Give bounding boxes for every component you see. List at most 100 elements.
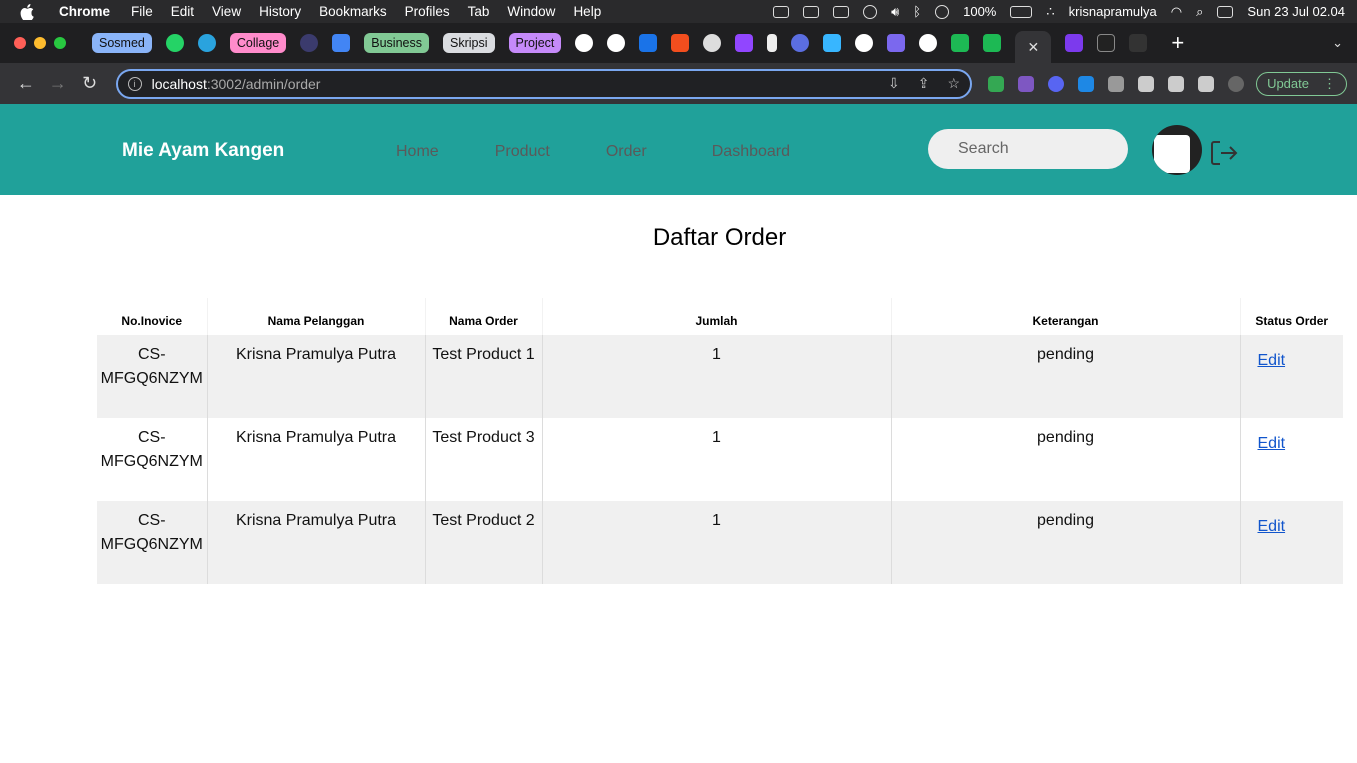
close-window-button[interactable] — [14, 37, 26, 49]
extension-icon[interactable] — [1018, 75, 1035, 92]
menu-help[interactable]: Help — [564, 4, 610, 19]
nav-order[interactable]: Order — [606, 143, 647, 161]
edit-link[interactable]: Edit — [1258, 518, 1286, 535]
webflow-icon[interactable] — [951, 34, 970, 52]
control-center-icon[interactable] — [1217, 5, 1234, 18]
github-icon[interactable] — [607, 34, 626, 52]
extensions-bar — [988, 75, 1245, 92]
table-header-row: No.Inovice Nama Pelanggan Nama Order Jum… — [97, 298, 1343, 335]
media-play-icon[interactable] — [935, 4, 950, 19]
menu-app-name[interactable]: Chrome — [50, 4, 122, 19]
invoice-prefix: CS- — [137, 512, 166, 529]
browser-toolbar: ← → ↻ i localhost:3002/admin/order ⇩ ⇪ ☆… — [0, 63, 1357, 104]
extension-icon[interactable] — [1108, 75, 1125, 92]
apple-icon[interactable] — [20, 3, 34, 20]
menu-history[interactable]: History — [250, 4, 310, 19]
figma-icon[interactable] — [671, 34, 690, 52]
nav-dashboard[interactable]: Dashboard — [712, 143, 790, 161]
tab-group-project[interactable]: Project — [508, 33, 562, 53]
product-cell: Test Product 2 — [425, 501, 543, 584]
tab-group-sosmed[interactable]: Sosmed — [92, 33, 152, 53]
nav-product[interactable]: Product — [495, 143, 550, 161]
forward-icon[interactable]: → — [42, 73, 74, 94]
reload-icon[interactable]: ↻ — [74, 73, 106, 94]
menu-file[interactable]: File — [122, 4, 162, 19]
profile-avatar[interactable] — [1228, 75, 1245, 92]
shield-extension-icon[interactable] — [988, 75, 1005, 92]
bookmark-star-icon[interactable]: ☆ — [948, 75, 961, 92]
menu-view[interactable]: View — [203, 4, 250, 19]
whatsapp-icon[interactable] — [165, 34, 184, 52]
app-icon[interactable] — [1097, 34, 1116, 52]
user-name[interactable]: krisnapramulya — [1069, 4, 1157, 19]
screen-record-icon[interactable] — [773, 5, 790, 18]
battery-icon[interactable] — [1010, 5, 1033, 18]
menu-edit[interactable]: Edit — [162, 4, 203, 19]
discord-extension-icon[interactable] — [1048, 75, 1065, 92]
volume-icon[interactable]: 🔊︎ — [891, 4, 899, 20]
update-button[interactable]: Update ⋮ — [1256, 71, 1347, 96]
side-panel-icon[interactable] — [1198, 75, 1215, 92]
app-icon[interactable] — [1129, 34, 1148, 52]
more-menu-icon[interactable]: ⋮ — [1323, 76, 1336, 92]
tab-group-collage[interactable]: Collage — [229, 33, 287, 53]
app-icon[interactable] — [887, 34, 906, 52]
logout-icon[interactable] — [1210, 140, 1238, 166]
qty-cell: 1 — [542, 335, 892, 418]
google-icon[interactable] — [855, 34, 874, 52]
keyboard-icon[interactable] — [833, 5, 850, 18]
new-tab-icon[interactable]: + — [1171, 30, 1184, 56]
menu-profiles[interactable]: Profiles — [396, 4, 459, 19]
nav-home[interactable]: Home — [396, 143, 439, 161]
edit-link[interactable]: Edit — [1258, 435, 1286, 452]
telegram-icon[interactable] — [197, 34, 216, 52]
university-icon[interactable] — [300, 34, 319, 52]
speaker-icon[interactable] — [767, 34, 778, 52]
reading-list-icon[interactable] — [1168, 75, 1185, 92]
search-input[interactable] — [928, 129, 1128, 169]
invoice-cell: CS- MFGQ6NZYM — [97, 501, 208, 584]
brand-logo[interactable]: Mie Ayam Kangen — [122, 140, 284, 162]
share-icon[interactable]: ⇪ — [918, 75, 930, 92]
github-icon[interactable] — [575, 34, 594, 52]
minimize-window-button[interactable] — [34, 37, 46, 49]
active-tab-close-icon[interactable]: ✕ — [1015, 31, 1052, 63]
avatar[interactable] — [1152, 125, 1202, 175]
airdrop-icon[interactable] — [863, 4, 878, 19]
bluetooth-icon[interactable]: ᛒ — [913, 4, 921, 19]
invoice-code: MFGQ6NZYM — [100, 536, 203, 553]
table-row: CS- MFGQ6NZYM Krisna Pramulya Putra Test … — [97, 418, 1343, 501]
classroom-icon[interactable] — [332, 34, 351, 52]
app-icon[interactable] — [791, 34, 810, 52]
chart-icon[interactable] — [823, 34, 842, 52]
extension-icon[interactable] — [1078, 75, 1095, 92]
product-cell: Test Product 3 — [425, 418, 543, 501]
app-icon[interactable] — [639, 34, 658, 52]
invoice-code: MFGQ6NZYM — [100, 453, 203, 470]
spotlight-icon[interactable]: ⌕ — [1196, 4, 1203, 20]
status-cell: Edit — [1240, 501, 1343, 584]
clock[interactable]: Sun 23 Jul 02.04 — [1247, 4, 1345, 19]
globe-icon[interactable] — [703, 34, 722, 52]
maximize-window-button[interactable] — [54, 37, 66, 49]
menu-tab[interactable]: Tab — [459, 4, 499, 19]
address-bar[interactable]: i localhost:3002/admin/order ⇩ ⇪ ☆ — [115, 68, 973, 99]
edit-link[interactable]: Edit — [1258, 352, 1286, 369]
column-header: Keterangan — [891, 298, 1241, 335]
menu-bookmarks[interactable]: Bookmarks — [310, 4, 396, 19]
app-icon[interactable] — [735, 34, 754, 52]
webflow-icon[interactable] — [983, 34, 1002, 52]
wifi-icon[interactable]: ◠ — [1171, 4, 1182, 20]
install-icon[interactable]: ⇩ — [888, 75, 900, 92]
site-info-icon[interactable]: i — [127, 76, 142, 91]
app-icon[interactable] — [1065, 34, 1084, 52]
back-icon[interactable]: ← — [10, 73, 42, 94]
tab-search-chevron-icon[interactable]: ⌄ — [1332, 35, 1343, 51]
tab-group-business[interactable]: Business — [364, 33, 429, 53]
puzzle-icon[interactable] — [1138, 75, 1155, 92]
dots-icon[interactable]: ∴ — [1046, 4, 1054, 20]
google-icon[interactable] — [919, 34, 938, 52]
tab-group-skripsi[interactable]: Skripsi — [442, 33, 495, 53]
menu-window[interactable]: Window — [498, 4, 564, 19]
display-icon[interactable] — [803, 5, 820, 18]
